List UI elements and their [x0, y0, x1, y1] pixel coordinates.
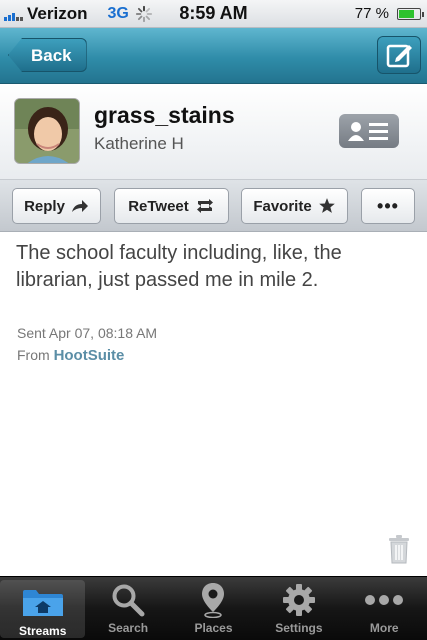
retweet-button[interactable]: ReTweet [114, 188, 229, 224]
tweet-source-line: From HootSuite [17, 344, 157, 367]
tweet-actions-bar: Reply ReTweet Favorite ••• [0, 180, 427, 232]
back-button[interactable]: Back [8, 38, 87, 72]
avatar[interactable] [14, 98, 80, 164]
compose-button[interactable] [377, 36, 421, 74]
favorite-label: Favorite [253, 197, 312, 215]
more-dots-icon [364, 583, 404, 617]
sent-timestamp: Sent Apr 07, 08:18 AM [17, 325, 158, 341]
signal-strength-icon [4, 7, 24, 21]
reply-arrow-icon [71, 200, 88, 212]
tab-label: Search [108, 621, 149, 635]
compose-icon [386, 44, 412, 68]
source-link[interactable]: HootSuite [54, 347, 125, 364]
activity-spinner-icon [135, 5, 152, 22]
tweet-text: The school faculty including, like, the … [16, 242, 342, 291]
tab-label: Places [194, 621, 233, 635]
tab-settings[interactable]: Settings [256, 577, 341, 640]
star-icon [318, 198, 335, 213]
tab-label: Streams [19, 624, 67, 638]
network-type: 3G [107, 4, 129, 22]
trash-icon[interactable] [387, 534, 411, 564]
tab-streams[interactable]: Streams [0, 580, 86, 638]
profile-header: grass_stains Katherine H [0, 84, 427, 180]
gear-icon [282, 583, 316, 617]
reply-button[interactable]: Reply [12, 188, 101, 224]
status-bar: Verizon 3G 8:59 AM 77 % [0, 0, 427, 28]
battery-level [399, 10, 415, 18]
more-dots-icon: ••• [377, 195, 399, 216]
view-profile-button[interactable] [339, 114, 399, 148]
location-pin-icon [200, 583, 226, 618]
tab-search[interactable]: Search [85, 577, 170, 640]
battery-percent: 77 % [354, 5, 389, 22]
tab-places[interactable]: Places [171, 577, 256, 640]
tab-label: More [369, 621, 399, 635]
reply-label: Reply [24, 197, 65, 215]
more-actions-button[interactable]: ••• [361, 188, 415, 224]
retweet-icon [196, 199, 213, 213]
tab-bar: Streams Search Places Settings More [0, 576, 427, 640]
folder-icon [21, 586, 65, 620]
battery-icon [397, 8, 424, 20]
tab-label: Settings [275, 621, 323, 635]
username: grass_stains [94, 102, 235, 128]
navigation-bar: Back [0, 28, 427, 84]
tab-more[interactable]: More [342, 577, 427, 640]
retweet-label: ReTweet [128, 197, 189, 215]
search-icon [111, 583, 145, 617]
full-name: Katherine H [94, 134, 184, 153]
tweet-meta: Sent Apr 07, 08:18 AM From HootSuite [17, 322, 157, 367]
source-prefix: From [17, 347, 50, 363]
favorite-button[interactable]: Favorite [241, 188, 348, 224]
contact-card-icon [348, 122, 388, 141]
carrier-name: Verizon [27, 3, 88, 23]
